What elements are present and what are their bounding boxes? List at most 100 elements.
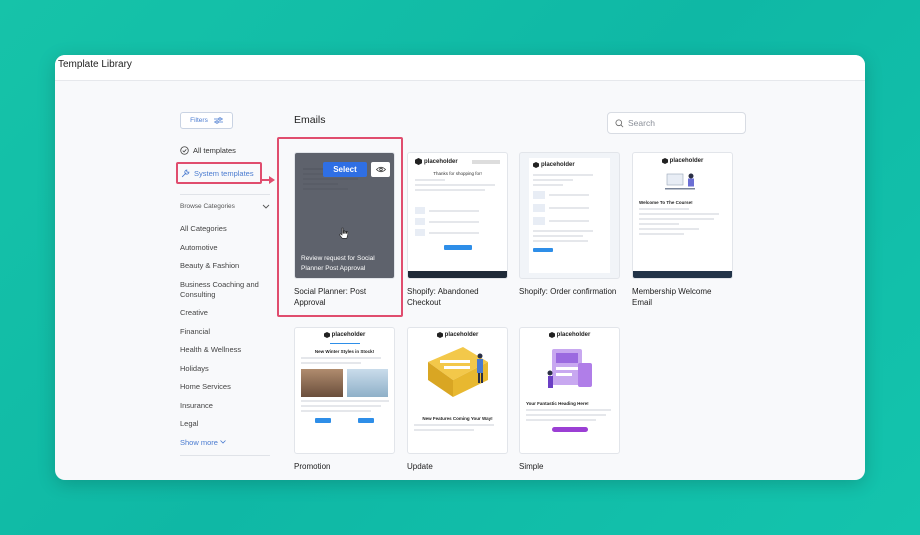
nav-system-templates[interactable]: System templates <box>176 162 262 184</box>
logo-text: placeholder <box>541 162 575 168</box>
placeholder-logo: placeholder <box>301 332 388 338</box>
show-more-link[interactable]: Show more <box>180 438 272 447</box>
category-item[interactable]: Business Coaching and Consulting <box>180 280 268 300</box>
placeholder-logo: placeholder <box>414 332 501 338</box>
template-card[interactable]: placeholder New Features Coming Your Way… <box>407 327 508 473</box>
template-card[interactable]: placeholder Shopify: Order confirmation <box>519 152 620 298</box>
hexagon-logo-icon <box>661 158 668 164</box>
category-item[interactable]: Insurance <box>180 401 268 411</box>
thumbnail-heading: New Winter Styles in Stock! <box>314 349 375 354</box>
category-item[interactable]: All Categories <box>180 224 268 234</box>
thumbnail-footer <box>408 271 507 278</box>
logo-text: placeholder <box>331 332 366 338</box>
chevron-down-icon <box>262 204 270 209</box>
category-item[interactable]: Automotive <box>180 243 268 253</box>
filters-label: Filters <box>190 117 208 124</box>
logo-text: placeholder <box>556 332 591 338</box>
filters-button[interactable]: Filters <box>180 112 233 129</box>
template-card[interactable]: placeholder Your Fantastic Heading Here! <box>519 327 620 473</box>
template-card[interactable]: placeholder New Winter Styles in Stock! <box>294 327 395 473</box>
template-title: Simple <box>519 462 544 471</box>
logo-text: placeholder <box>444 332 479 338</box>
placeholder-logo: placeholder <box>533 162 606 168</box>
template-thumbnail: placeholder Welcome To The Course! <box>632 152 733 279</box>
category-item[interactable]: Financial <box>180 327 268 337</box>
thumbnail-content: placeholder Welcome To The Course! <box>633 153 732 243</box>
sidebar-divider <box>180 454 270 456</box>
select-button[interactable]: Select <box>323 162 367 177</box>
section-title: Emails <box>294 114 326 126</box>
highlight-arrow-icon <box>261 176 275 184</box>
nav-all-templates-label: All templates <box>193 146 236 155</box>
chevron-down-icon <box>220 440 226 444</box>
thumbnail-content: placeholder Your Fantastic Heading Here! <box>520 328 619 436</box>
hexagon-logo-icon <box>415 158 422 165</box>
devices-illustration-icon <box>547 349 592 388</box>
sidebar-divider <box>180 194 270 195</box>
template-thumbnail: placeholder Thanks for shopping for! <box>407 152 508 279</box>
template-card[interactable]: placeholder Welcome To The Course! Membe… <box>632 152 733 308</box>
template-thumbnail: placeholder New Winter Styles in Stock! <box>294 327 395 454</box>
category-item[interactable]: Health & Wellness <box>180 345 268 355</box>
pointer-cursor-icon <box>339 227 349 239</box>
thumbnail-content: placeholder Thanks for shopping for! <box>408 153 507 255</box>
browse-categories-label: Browse Categories <box>180 203 235 210</box>
category-list: All Categories Automotive Beauty & Fashi… <box>180 224 272 456</box>
template-card[interactable]: Select Review request for Social Planner… <box>294 152 395 308</box>
card-overlay-text: Review request for Social Planner Post A… <box>301 255 375 272</box>
dashboard-illustration-icon <box>427 347 488 397</box>
wrench-icon <box>181 169 190 177</box>
template-thumbnail: Select Review request for Social Planner… <box>294 152 395 279</box>
hexagon-logo-icon <box>436 332 443 338</box>
thumbnail-content: placeholder <box>529 158 610 273</box>
thumbnail-heading: Your Fantastic Heading Here! <box>526 401 589 406</box>
thumbnail-content: placeholder New Features Coming Your Way… <box>408 328 507 438</box>
template-title: Shopify: Abandoned Checkout <box>407 287 479 307</box>
check-circle-icon <box>180 146 189 155</box>
nav-all-templates[interactable]: All templates <box>180 146 272 155</box>
template-library-window: Template Library Filters All templates S… <box>55 55 865 480</box>
template-title: Update <box>407 462 433 471</box>
category-item[interactable]: Beauty & Fashion <box>180 261 268 271</box>
category-item[interactable]: Legal <box>180 419 268 429</box>
thumbnail-footer <box>633 271 732 278</box>
template-thumbnail: placeholder Your Fantastic Heading Here! <box>519 327 620 454</box>
show-more-label: Show more <box>180 437 218 447</box>
thumbnail-heading: Welcome To The Course! <box>639 200 693 205</box>
placeholder-logo: placeholder <box>415 158 458 165</box>
category-item[interactable]: Creative <box>180 308 268 318</box>
placeholder-logo: placeholder <box>639 158 726 164</box>
template-title: Shopify: Order confirmation <box>519 287 617 296</box>
thumbnail-heading: Thanks for shopping for! <box>433 171 482 176</box>
preview-button[interactable] <box>371 162 390 177</box>
category-item[interactable]: Home Services <box>180 382 268 392</box>
placeholder-logo: placeholder <box>526 332 613 338</box>
template-title: Membership Welcome Email <box>632 287 712 307</box>
hexagon-logo-icon <box>323 332 330 338</box>
category-item[interactable]: Holidays <box>180 364 268 374</box>
product-image <box>346 369 388 397</box>
eye-icon <box>375 166 386 173</box>
template-title: Social Planner: Post Approval <box>294 287 367 307</box>
search-icon <box>615 118 624 127</box>
thumbnail-heading: New Features Coming Your Way! <box>422 416 493 421</box>
hover-overlay: Select Review request for Social Planner… <box>295 153 394 278</box>
search-placeholder: Search <box>628 118 655 128</box>
sidebar: Filters All templates System templates B… <box>176 112 272 456</box>
logo-text: placeholder <box>669 158 704 164</box>
template-thumbnail: placeholder New Features Coming Your Way… <box>407 327 508 454</box>
logo-text: placeholder <box>424 158 458 165</box>
hexagon-logo-icon <box>548 332 555 338</box>
search-input[interactable]: Search <box>607 112 746 134</box>
product-image <box>301 369 343 397</box>
template-thumbnail: placeholder <box>519 152 620 279</box>
template-card[interactable]: placeholder Thanks for shopping for! Sho… <box>407 152 508 308</box>
hexagon-logo-icon <box>533 162 539 168</box>
nav-system-templates-label: System templates <box>194 168 254 178</box>
template-title: Promotion <box>294 462 331 471</box>
window-title: Template Library <box>55 55 865 81</box>
browse-categories-toggle[interactable]: Browse Categories <box>180 203 270 210</box>
filter-sliders-icon <box>213 117 223 124</box>
desk-illustration-icon <box>664 173 695 190</box>
thumbnail-content: placeholder New Winter Styles in Stock! <box>295 328 394 427</box>
